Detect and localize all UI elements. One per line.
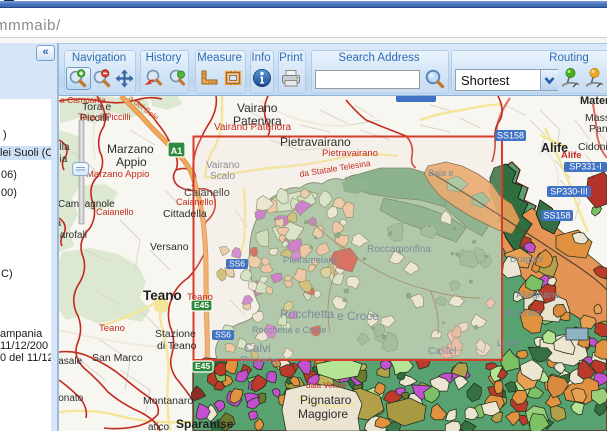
svg-text:A1: A1: [171, 146, 183, 156]
svg-text:Alvignano: Alvignano: [516, 290, 560, 301]
svg-text:Pietravairano: Pietravairano: [280, 135, 351, 149]
svg-text:Mater: Mater: [580, 96, 607, 107]
svg-text:dala Vetere: dala Vetere: [306, 381, 347, 390]
svg-text:Panetel: Panetel: [589, 123, 607, 135]
svg-text:SS158: SS158: [543, 211, 570, 221]
svg-text:Maggiore: Maggiore: [298, 407, 348, 421]
svg-text:Caianello: Caianello: [96, 207, 134, 217]
svg-text:SS6: SS6: [229, 259, 245, 269]
svg-text:Cittadella: Cittadella: [163, 208, 207, 220]
svg-text:E45: E45: [195, 361, 210, 371]
svg-text:Vairano Patenora: Vairano Patenora: [214, 122, 292, 133]
svg-text:Pignataro: Pignataro: [300, 393, 352, 407]
svg-text:Castel: Castel: [428, 346, 456, 357]
svg-text:SP331-I: SP331-I: [569, 162, 602, 172]
svg-text:Appio: Appio: [116, 155, 147, 169]
svg-text:San Marco: San Marco: [92, 352, 143, 364]
svg-text:Casale: Casale: [59, 356, 83, 367]
svg-text:Donato: Donato: [59, 393, 84, 404]
svg-text:Montanaro: Montanaro: [143, 395, 193, 407]
svg-text:Pietravairano: Pietravairano: [322, 148, 378, 159]
svg-text:Roccamonfina: Roccamonfina: [367, 244, 431, 255]
svg-text:Dragoni: Dragoni: [510, 254, 543, 265]
svg-text:Marzano Appio: Marzano Appio: [86, 169, 149, 180]
svg-text:Pietramelara: Pietramelara: [283, 255, 338, 266]
svg-text:Vairano: Vairano: [206, 160, 240, 171]
svg-text:Teano: Teano: [187, 292, 213, 303]
svg-text:Teano: Teano: [99, 323, 125, 334]
svg-text:Rocchetta e Croce: Rocchetta e Croce: [252, 325, 327, 335]
svg-text:Calvi: Calvi: [244, 341, 271, 355]
svg-text:Stazione: Stazione: [155, 328, 196, 340]
svg-text:atico: atico: [148, 422, 170, 431]
svg-text:nia: nia: [59, 154, 68, 165]
svg-text:ella: ella: [59, 142, 70, 153]
svg-text:Cidonie: Cidonie: [578, 141, 607, 153]
svg-text:Scalo: Scalo: [210, 171, 235, 182]
svg-text:SP330-III: SP330-III: [550, 187, 588, 197]
svg-text:Versano: Versano: [150, 241, 189, 253]
svg-text:Rocchetta: Rocchetta: [280, 307, 334, 321]
svg-text:Caianello: Caianello: [176, 197, 214, 207]
svg-text:Tora e Piccilli: Tora e Piccilli: [78, 112, 131, 122]
svg-text:e Croce: e Croce: [337, 309, 379, 323]
svg-text:SS158: SS158: [497, 131, 524, 141]
svg-text:Sparanise: Sparanise: [176, 417, 234, 431]
svg-text:Mastrate: Mastrate: [505, 308, 540, 318]
svg-text:Vairano: Vairano: [237, 101, 278, 115]
svg-text:Liberi: Liberi: [497, 338, 519, 348]
svg-text:Teano: Teano: [143, 288, 182, 303]
svg-text:Baia e: Baia e: [428, 168, 454, 178]
svg-text:a Campania: a Campania: [60, 96, 106, 105]
svg-text:SS6: SS6: [215, 330, 231, 340]
svg-text:Marzano: Marzano: [107, 142, 154, 156]
svg-text:Alife: Alife: [561, 150, 582, 161]
svg-text:di Teano: di Teano: [157, 340, 197, 352]
svg-text:Garofali: Garofali: [59, 230, 87, 241]
svg-text:Risorta: Risorta: [240, 354, 278, 368]
